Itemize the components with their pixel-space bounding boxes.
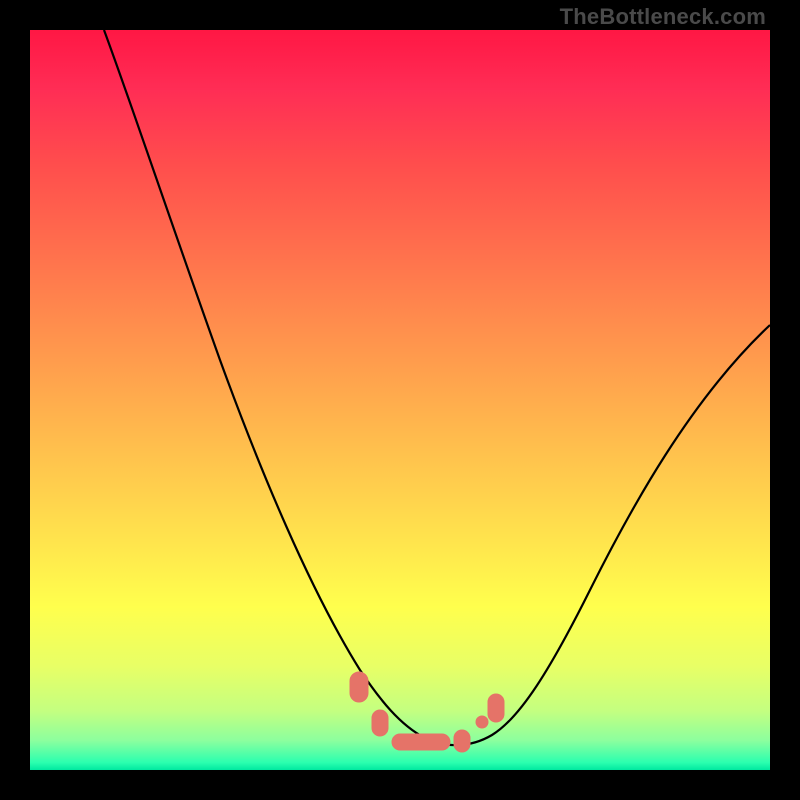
- chart-frame: TheBottleneck.com: [0, 0, 800, 800]
- bottleneck-curve: [104, 30, 770, 745]
- marker-bar: [392, 734, 450, 750]
- marker-dot: [476, 716, 488, 728]
- marker-pill: [488, 694, 504, 722]
- chart-svg: [30, 30, 770, 770]
- chart-plot-area: [30, 30, 770, 770]
- marker-pill: [454, 730, 470, 752]
- watermark-text: TheBottleneck.com: [560, 4, 766, 30]
- marker-pill: [372, 710, 388, 736]
- marker-pill: [350, 672, 368, 702]
